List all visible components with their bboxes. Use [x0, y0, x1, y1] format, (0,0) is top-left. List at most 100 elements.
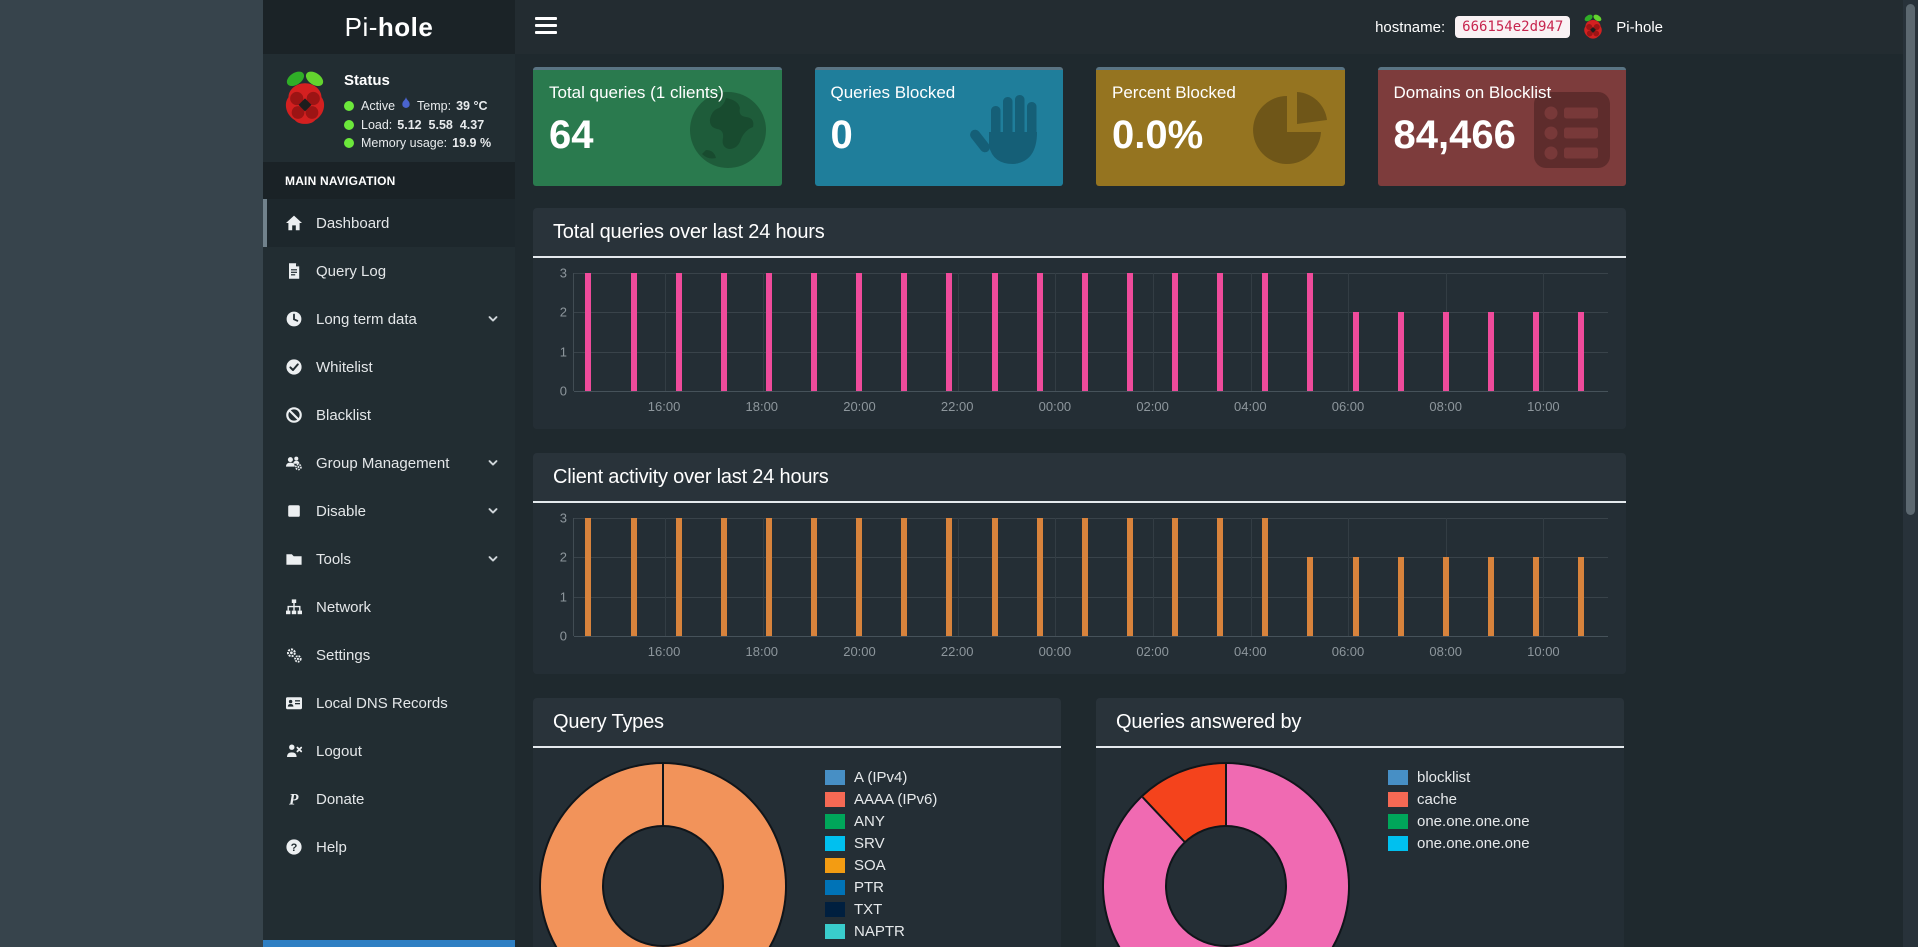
bar — [1307, 273, 1314, 391]
statcard-value: 0.0% — [1112, 113, 1204, 157]
bar — [991, 518, 998, 636]
scrollbar-thumb[interactable] — [1906, 4, 1915, 515]
sidebar-item-query-log[interactable]: Query Log — [263, 247, 515, 295]
status-green-dot-icon — [344, 120, 354, 130]
legend-item-naptr[interactable]: NAPTR — [825, 920, 937, 942]
legend-label: NAPTR — [854, 922, 905, 940]
legend-swatch — [1388, 791, 1408, 807]
statcard-percent-blocked: Percent Blocked 0.0% — [1096, 67, 1345, 186]
sidebar-brand[interactable]: Pi-hole — [263, 0, 515, 54]
main-content: Total queries (1 clients) 64 Queries Block… — [515, 54, 1918, 947]
gridline — [1250, 518, 1252, 636]
sidebar-item-whitelist[interactable]: Whitelist — [263, 343, 515, 391]
legend-swatch — [1388, 835, 1408, 851]
x-axis-tick-label: 18:00 — [745, 644, 779, 659]
home-icon — [285, 214, 303, 232]
gridline — [1250, 273, 1252, 391]
gridline — [1153, 518, 1155, 636]
legend-item-srv[interactable]: SRV — [825, 832, 937, 854]
bar — [856, 518, 863, 636]
y-axis-tick-label: 2 — [559, 304, 567, 320]
legend-item-ptr[interactable]: PTR — [825, 876, 937, 898]
x-axis: 16:00 18:00 20:00 22:00 00:00 02:00 04:00 06:00… — [573, 395, 1608, 421]
brand-text-bold: hole — [377, 11, 434, 42]
panel-client-activity: Client activity over last 24 hours 3 2 1 0 … — [533, 453, 1626, 674]
sidebar-item-label: Local DNS Records — [316, 694, 448, 712]
sidebar-item-network[interactable]: Network — [263, 583, 515, 631]
bar — [1487, 557, 1494, 636]
gridline — [762, 273, 764, 391]
sidebar-item-label: Blacklist — [316, 406, 372, 424]
x-axis-tick-label: 04:00 — [1234, 399, 1267, 414]
gridline — [1348, 273, 1350, 391]
bar — [1352, 312, 1359, 391]
sidebar-item-disable[interactable]: Disable — [263, 487, 515, 535]
status-green-dot-icon — [344, 138, 354, 148]
x-axis-tick-label: 04:00 — [1234, 644, 1267, 659]
sidebar-item-group-management[interactable]: Group Management — [263, 439, 515, 487]
legend-item-soa[interactable]: SOA — [825, 854, 937, 876]
bar — [946, 273, 953, 391]
bar — [1126, 273, 1133, 391]
x-axis-tick-label: 18:00 — [745, 399, 779, 414]
x-axis-tick-label: 16:00 — [647, 644, 681, 659]
hamburger-menu-icon[interactable] — [535, 17, 557, 37]
bar — [1172, 518, 1179, 636]
statcard-title: Queries Blocked — [830, 83, 956, 102]
gridline — [1543, 273, 1545, 391]
bar — [811, 273, 818, 391]
legend-item-any[interactable]: ANY — [825, 810, 937, 832]
sidebar-item-label: Whitelist — [316, 358, 373, 376]
y-axis: 3 2 1 0 — [547, 511, 573, 644]
statcard-total-queries-1-clients: Total queries (1 clients) 64 — [533, 67, 782, 186]
load-label: Load: — [361, 118, 393, 132]
clock-icon — [285, 310, 303, 328]
x-axis-tick-label: 06:00 — [1331, 399, 1365, 414]
legend-item-aaaa-ipv6[interactable]: AAAA (IPv6) — [825, 788, 937, 810]
bar — [1126, 518, 1133, 636]
legend-item-txt[interactable]: TXT — [825, 898, 937, 920]
bar — [991, 273, 998, 391]
x-axis-tick-label: 22:00 — [940, 644, 974, 659]
sidebar-item-tools[interactable]: Tools — [263, 535, 515, 583]
raspberry-icon — [1580, 13, 1606, 41]
donut-hole — [1165, 825, 1287, 947]
bar — [1532, 557, 1539, 636]
legend-item-cache[interactable]: cache — [1388, 788, 1530, 810]
chevron-down-icon — [486, 504, 500, 518]
legend-item-a-ipv4[interactable]: A (IPv4) — [825, 766, 937, 788]
gridline — [574, 273, 1608, 274]
legend-swatch — [825, 835, 845, 851]
sidebar-item-dashboard[interactable]: Dashboard — [263, 199, 515, 247]
bar — [1578, 557, 1585, 636]
sidebar-item-blacklist[interactable]: Blacklist — [263, 391, 515, 439]
legend-label: cache — [1417, 790, 1458, 808]
bar — [901, 518, 908, 636]
sidebar-item-settings[interactable]: Settings — [263, 631, 515, 679]
sidebar-item-label: Dashboard — [316, 214, 390, 232]
sidebar-item-logout[interactable]: Logout — [263, 727, 515, 775]
bar — [946, 518, 953, 636]
statcard-value: 0 — [830, 113, 853, 157]
legend-swatch — [825, 901, 845, 917]
chart-legend: A (IPv4) AAAA (IPv6) ANY SRV SOA PTR TXT NAPTR — [825, 764, 937, 947]
x-axis-tick-label: 00:00 — [1038, 644, 1072, 659]
legend-item-blocklist[interactable]: blocklist — [1388, 766, 1530, 788]
stat-cards-row: Total queries (1 clients) 64 Queries Block… — [533, 67, 1626, 186]
gridline — [574, 312, 1608, 314]
legend-item-one-one-one-one[interactable]: one.one.one.one — [1388, 832, 1530, 854]
y-axis-tick-label: 2 — [559, 549, 567, 565]
sidebar-item-help[interactable]: ? Help — [263, 823, 515, 871]
legend-swatch — [1388, 769, 1408, 785]
gears-icon — [285, 646, 303, 664]
legend-item-one-one-one-one[interactable]: one.one.one.one — [1388, 810, 1530, 832]
sidebar-item-long-term-data[interactable]: Long term data — [263, 295, 515, 343]
bar — [675, 518, 682, 636]
status-active-label: Active — [361, 99, 396, 113]
status-panel: Status Active Temp: 39 °C Load: 5.12 5.5… — [263, 54, 515, 162]
gridline — [574, 636, 1608, 637]
legend-swatch — [825, 857, 845, 873]
sidebar-item-local-dns-records[interactable]: Local DNS Records — [263, 679, 515, 727]
gridline — [1055, 273, 1057, 391]
sidebar-item-donate[interactable]: P Donate — [263, 775, 515, 823]
